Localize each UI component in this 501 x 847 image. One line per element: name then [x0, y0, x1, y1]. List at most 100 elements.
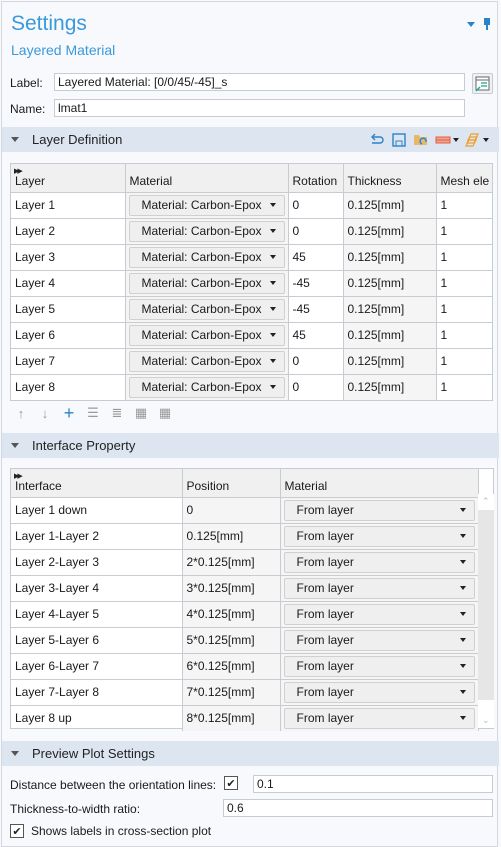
interface-material-dropdown[interactable]: From layer [283, 681, 475, 703]
load-from-file-icon[interactable] [413, 132, 429, 148]
layer-name-cell[interactable]: Layer 7 [11, 347, 126, 374]
table-row[interactable]: Layer 4 Material: Carbon-Epox -45 0.125[mm]… [11, 269, 493, 296]
thickness-cell[interactable]: 0.125[mm] [343, 295, 437, 322]
interface-material-dropdown[interactable]: From layer [283, 499, 475, 521]
table-row[interactable]: Layer 8 Material: Carbon-Epox 0 0.125[mm] 1 [11, 373, 493, 400]
expand-columns-icon[interactable]: ▶▶ [14, 167, 23, 175]
scrollbar-thumb[interactable] [478, 510, 494, 700]
mesh-elements-cell[interactable]: 1 [436, 269, 493, 296]
column-header-position[interactable]: Position [182, 469, 281, 497]
interface-material-dropdown[interactable]: From layer [283, 629, 475, 651]
layer-name-cell[interactable]: Layer 6 [11, 321, 126, 348]
material-cell[interactable]: Material: Carbon-Epox [125, 295, 289, 322]
material-cell[interactable]: Material: Carbon-Epox [125, 217, 289, 244]
interface-material-cell[interactable]: From layer [280, 704, 479, 731]
interface-material-dropdown[interactable]: From layer [283, 603, 475, 625]
table-row[interactable]: Layer 6 Material: Carbon-Epox 45 0.125[mm] 1 [11, 321, 493, 348]
material-dropdown[interactable]: Material: Carbon-Epox [128, 194, 285, 216]
thickness-cell[interactable]: 0.125[mm] [343, 321, 437, 348]
rotation-cell[interactable]: 0 [288, 347, 344, 374]
interface-material-cell[interactable]: From layer [280, 626, 479, 653]
labels-checkbox[interactable]: ✔ [10, 824, 24, 838]
move-down-icon[interactable]: ↓ [38, 406, 52, 421]
dropdown-triangle-icon[interactable] [467, 21, 475, 27]
material-cell[interactable]: Material: Carbon-Epox [125, 321, 289, 348]
interface-material-cell[interactable]: From layer [280, 574, 479, 601]
material-dropdown[interactable]: Material: Carbon-Epox [128, 220, 285, 242]
add-icon[interactable]: + [62, 403, 76, 423]
interface-scrollbar[interactable]: ⌃ ⌄ [478, 494, 494, 728]
material-cell[interactable]: Material: Carbon-Epox [125, 373, 289, 400]
ratio-field[interactable]: 0.6 [223, 799, 493, 817]
material-cell[interactable]: Material: Carbon-Epox [125, 269, 289, 296]
mesh-elements-cell[interactable]: 1 [436, 295, 493, 322]
layers-dropdown[interactable] [465, 132, 489, 148]
thickness-cell[interactable]: 0.125[mm] [343, 191, 437, 218]
table-add-icon[interactable]: ▦ [134, 405, 148, 420]
table-row[interactable]: Layer 4-Layer 5 4*0.125[mm] From layer [11, 600, 479, 627]
table-row[interactable]: Layer 1-Layer 2 0.125[mm] From layer [11, 522, 479, 549]
layer-name-cell[interactable]: Layer 4 [11, 269, 126, 296]
table-row[interactable]: Layer 5 Material: Carbon-Epox -45 0.125[mm]… [11, 295, 493, 322]
interface-material-dropdown[interactable]: From layer [283, 551, 475, 573]
material-dropdown[interactable]: Material: Carbon-Epox [128, 272, 285, 294]
column-header-thickness[interactable]: Thickness [343, 164, 437, 192]
section-preview-plot-settings[interactable]: Preview Plot Settings [2, 741, 499, 766]
thickness-cell[interactable]: 0.125[mm] [343, 243, 437, 270]
table-row[interactable]: Layer 1 down 0 From layer [11, 496, 479, 523]
material-dropdown[interactable]: Material: Carbon-Epox [128, 246, 285, 268]
interface-material-dropdown[interactable]: From layer [283, 525, 475, 547]
rotation-cell[interactable]: -45 [288, 269, 344, 296]
material-dropdown[interactable]: Material: Carbon-Epox [128, 350, 285, 372]
scroll-down-icon[interactable]: ⌄ [482, 715, 490, 726]
interface-material-cell[interactable]: From layer [280, 496, 479, 523]
interface-material-cell[interactable]: From layer [280, 522, 479, 549]
interface-material-cell[interactable]: From layer [280, 652, 479, 679]
mesh-elements-cell[interactable]: 1 [436, 243, 493, 270]
delete-icon[interactable]: ☰ [86, 405, 100, 420]
column-header-rotation[interactable]: Rotation [288, 164, 344, 192]
material-cell[interactable]: Material: Carbon-Epox [125, 191, 289, 218]
section-layer-definition[interactable]: Layer Definition [2, 127, 499, 152]
column-header-material[interactable]: Material [125, 164, 289, 192]
thickness-cell[interactable]: 0.125[mm] [343, 373, 437, 400]
thickness-cell[interactable]: 0.125[mm] [343, 347, 437, 374]
show-label-button[interactable] [472, 73, 493, 94]
interface-material-dropdown[interactable]: From layer [283, 707, 475, 729]
table-icon[interactable]: ▦ [158, 405, 172, 420]
pin-icon[interactable] [483, 18, 491, 30]
table-row[interactable]: Layer 8 up 8*0.125[mm] From layer [11, 704, 479, 731]
rotation-cell[interactable]: 0 [288, 373, 344, 400]
table-row[interactable]: Layer 7-Layer 8 7*0.125[mm] From layer [11, 678, 479, 705]
rotation-cell[interactable]: 0 [288, 217, 344, 244]
scroll-up-icon[interactable]: ⌃ [482, 496, 490, 507]
mesh-elements-cell[interactable]: 1 [436, 347, 493, 374]
interface-material-dropdown[interactable]: From layer [283, 655, 475, 677]
layer-name-cell[interactable]: Layer 3 [11, 243, 126, 270]
table-row[interactable]: Layer 6-Layer 7 6*0.125[mm] From layer [11, 652, 479, 679]
insert-icon[interactable]: ≣ [110, 405, 124, 420]
column-header-interface[interactable]: Interface [11, 469, 183, 497]
interface-material-cell[interactable]: From layer [280, 600, 479, 627]
material-dropdown[interactable]: Material: Carbon-Epox [128, 324, 285, 346]
label-field[interactable]: Layered Material: [0/0/45/-45]_s [54, 73, 465, 91]
mesh-elements-cell[interactable]: 1 [436, 321, 493, 348]
interface-material-cell[interactable]: From layer [280, 548, 479, 575]
material-dropdown[interactable]: Material: Carbon-Epox [128, 376, 285, 398]
rotation-cell[interactable]: 45 [288, 243, 344, 270]
table-row[interactable]: Layer 2-Layer 3 2*0.125[mm] From layer [11, 548, 479, 575]
column-header-material[interactable]: Material [280, 469, 479, 497]
thickness-cell[interactable]: 0.125[mm] [343, 217, 437, 244]
rotation-cell[interactable]: 0 [288, 191, 344, 218]
material-cell[interactable]: Material: Carbon-Epox [125, 243, 289, 270]
mesh-elements-cell[interactable]: 1 [436, 217, 493, 244]
layer-name-cell[interactable]: Layer 8 [11, 373, 126, 400]
layer-name-cell[interactable]: Layer 1 [11, 191, 126, 218]
material-dropdown[interactable]: Material: Carbon-Epox [128, 298, 285, 320]
name-field[interactable]: lmat1 [54, 99, 465, 117]
distance-field[interactable]: 0.1 [253, 775, 493, 793]
section-interface-property[interactable]: Interface Property [2, 433, 499, 458]
layer-stack-dropdown[interactable] [435, 132, 459, 148]
interface-material-dropdown[interactable]: From layer [283, 577, 475, 599]
table-row[interactable]: Layer 2 Material: Carbon-Epox 0 0.125[mm] 1 [11, 217, 493, 244]
